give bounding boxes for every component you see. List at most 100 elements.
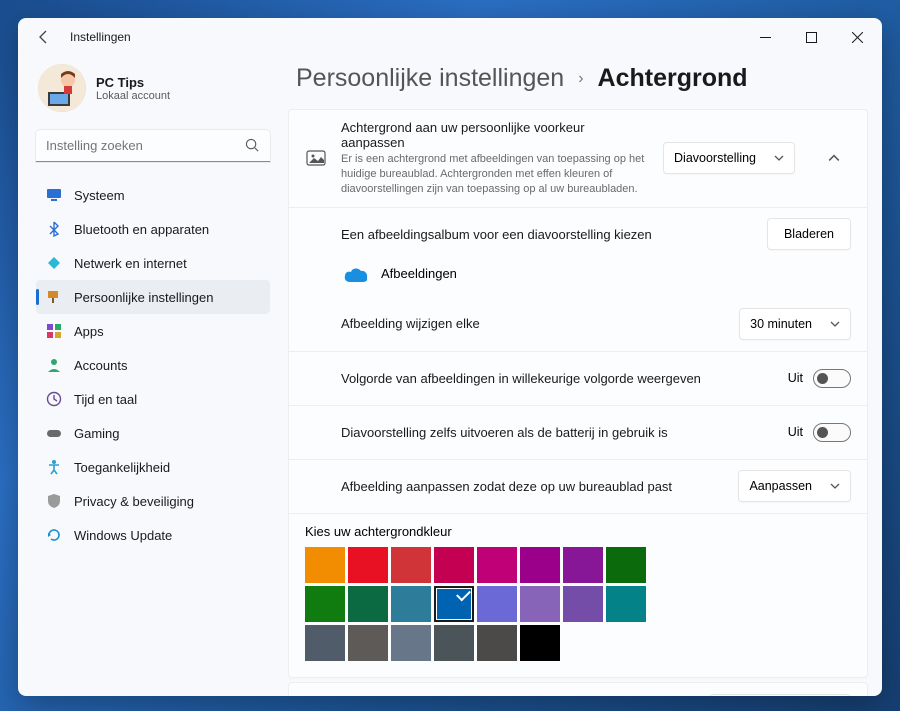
color-swatch[interactable] xyxy=(348,625,388,661)
color-swatch[interactable] xyxy=(563,547,603,583)
show-colors-button[interactable]: Kleuren weergeven xyxy=(709,694,851,696)
background-type-dropdown[interactable]: Diavoorstelling xyxy=(663,142,795,174)
color-swatch[interactable] xyxy=(434,625,474,661)
custom-colors-card: Aangepaste kleuren Kleuren weergeven xyxy=(288,682,868,696)
shuffle-toggle[interactable] xyxy=(813,369,851,388)
sidebar-item-windows-update[interactable]: Windows Update xyxy=(36,518,270,552)
bg-title: Achtergrond aan uw persoonlijke voorkeur… xyxy=(341,120,649,150)
background-personalize-card: Achtergrond aan uw persoonlijke voorkeur… xyxy=(288,109,868,678)
clock-icon xyxy=(46,391,62,407)
battery-title: Diavoorstelling zelfs uitvoeren als de b… xyxy=(341,425,774,440)
color-swatch[interactable] xyxy=(520,625,560,661)
nav-label: Apps xyxy=(74,324,104,339)
color-swatch-grid xyxy=(305,547,851,667)
color-swatch[interactable] xyxy=(434,586,474,622)
page-title: Achtergrond xyxy=(598,64,748,93)
interval-title: Afbeelding wijzigen elke xyxy=(341,316,725,331)
album-folder-row[interactable]: Afbeeldingen xyxy=(289,261,867,297)
colors-title: Kies uw achtergrondkleur xyxy=(305,524,851,547)
chevron-up-icon xyxy=(828,152,840,164)
color-swatch[interactable] xyxy=(434,547,474,583)
color-swatch[interactable] xyxy=(305,625,345,661)
color-swatch[interactable] xyxy=(305,547,345,583)
access-icon xyxy=(46,459,62,475)
color-swatch[interactable] xyxy=(477,586,517,622)
color-swatch[interactable] xyxy=(606,547,646,583)
window-controls xyxy=(742,21,880,53)
monitor-icon xyxy=(46,187,62,203)
color-swatch[interactable] xyxy=(391,586,431,622)
picture-icon xyxy=(305,147,327,169)
collapse-button[interactable] xyxy=(817,141,851,175)
titlebar: Instellingen xyxy=(18,18,882,56)
sidebar-item-systeem[interactable]: Systeem xyxy=(36,178,270,212)
bg-subtitle: Er is een achtergrond met afbeeldingen v… xyxy=(341,152,649,197)
nav-label: Netwerk en internet xyxy=(74,256,187,271)
album-title: Een afbeeldingsalbum voor een diavoorste… xyxy=(341,227,753,242)
nav-label: Bluetooth en apparaten xyxy=(74,222,209,237)
sidebar-item-netwerk-en-internet[interactable]: Netwerk en internet xyxy=(36,246,270,280)
shield-icon xyxy=(46,493,62,509)
color-swatch[interactable] xyxy=(477,625,517,661)
avatar xyxy=(38,64,86,112)
nav-label: Windows Update xyxy=(74,528,172,543)
color-swatch[interactable] xyxy=(305,586,345,622)
fit-title: Afbeelding aanpassen zodat deze op uw bu… xyxy=(341,479,724,494)
close-button[interactable] xyxy=(834,21,880,53)
color-swatch[interactable] xyxy=(348,547,388,583)
diamond-icon xyxy=(46,255,62,271)
chevron-down-icon xyxy=(774,153,784,163)
shuffle-title: Volgorde van afbeeldingen in willekeurig… xyxy=(341,371,774,386)
maximize-button[interactable] xyxy=(788,21,834,53)
game-icon xyxy=(46,425,62,441)
breadcrumb-parent[interactable]: Persoonlijke instellingen xyxy=(296,64,564,93)
color-swatch[interactable] xyxy=(391,547,431,583)
nav-label: Toegankelijkheid xyxy=(74,460,170,475)
nav-label: Systeem xyxy=(74,188,125,203)
browse-button[interactable]: Bladeren xyxy=(767,218,851,250)
nav-label: Gaming xyxy=(74,426,120,441)
profile-name: PC Tips xyxy=(96,75,170,90)
sidebar: PC Tips Lokaal account Systeem Bluetooth … xyxy=(18,56,278,696)
sidebar-item-bluetooth-en-apparaten[interactable]: Bluetooth en apparaten xyxy=(36,212,270,246)
shuffle-state: Uit xyxy=(788,371,803,385)
interval-dropdown[interactable]: 30 minuten xyxy=(739,308,851,340)
color-swatch[interactable] xyxy=(348,586,388,622)
search-icon xyxy=(245,138,260,153)
sidebar-item-apps[interactable]: Apps xyxy=(36,314,270,348)
paint-icon xyxy=(46,289,62,305)
sidebar-item-persoonlijke-instellingen[interactable]: Persoonlijke instellingen xyxy=(36,280,270,314)
battery-state: Uit xyxy=(788,425,803,439)
back-button[interactable] xyxy=(36,29,52,45)
person-icon xyxy=(46,357,62,373)
battery-toggle[interactable] xyxy=(813,423,851,442)
breadcrumb: Persoonlijke instellingen › Achtergrond xyxy=(288,56,868,109)
fit-dropdown[interactable]: Aanpassen xyxy=(738,470,851,502)
dropdown-value: Diavoorstelling xyxy=(674,151,756,165)
main-panel: Persoonlijke instellingen › Achtergrond … xyxy=(278,56,882,696)
nav-label: Persoonlijke instellingen xyxy=(74,290,213,305)
dropdown-value: Aanpassen xyxy=(749,479,812,493)
nav-label: Tijd en taal xyxy=(74,392,137,407)
nav-list: Systeem Bluetooth en apparaten Netwerk en … xyxy=(36,178,270,552)
dropdown-value: 30 minuten xyxy=(750,317,812,331)
bluetooth-icon xyxy=(46,221,62,237)
search-input[interactable] xyxy=(36,130,270,162)
sidebar-item-accounts[interactable]: Accounts xyxy=(36,348,270,382)
profile[interactable]: PC Tips Lokaal account xyxy=(36,60,270,130)
sidebar-item-tijd-en-taal[interactable]: Tijd en taal xyxy=(36,382,270,416)
color-swatch[interactable] xyxy=(477,547,517,583)
color-swatch[interactable] xyxy=(391,625,431,661)
color-swatch[interactable] xyxy=(520,586,560,622)
color-swatch[interactable] xyxy=(563,586,603,622)
color-swatch[interactable] xyxy=(520,547,560,583)
search-box xyxy=(36,130,270,162)
chevron-down-icon xyxy=(830,319,840,329)
apps-icon xyxy=(46,323,62,339)
sidebar-item-toegankelijkheid[interactable]: Toegankelijkheid xyxy=(36,450,270,484)
chevron-down-icon xyxy=(830,481,840,491)
sidebar-item-gaming[interactable]: Gaming xyxy=(36,416,270,450)
color-swatch[interactable] xyxy=(606,586,646,622)
minimize-button[interactable] xyxy=(742,21,788,53)
sidebar-item-privacy-beveiliging[interactable]: Privacy & beveiliging xyxy=(36,484,270,518)
